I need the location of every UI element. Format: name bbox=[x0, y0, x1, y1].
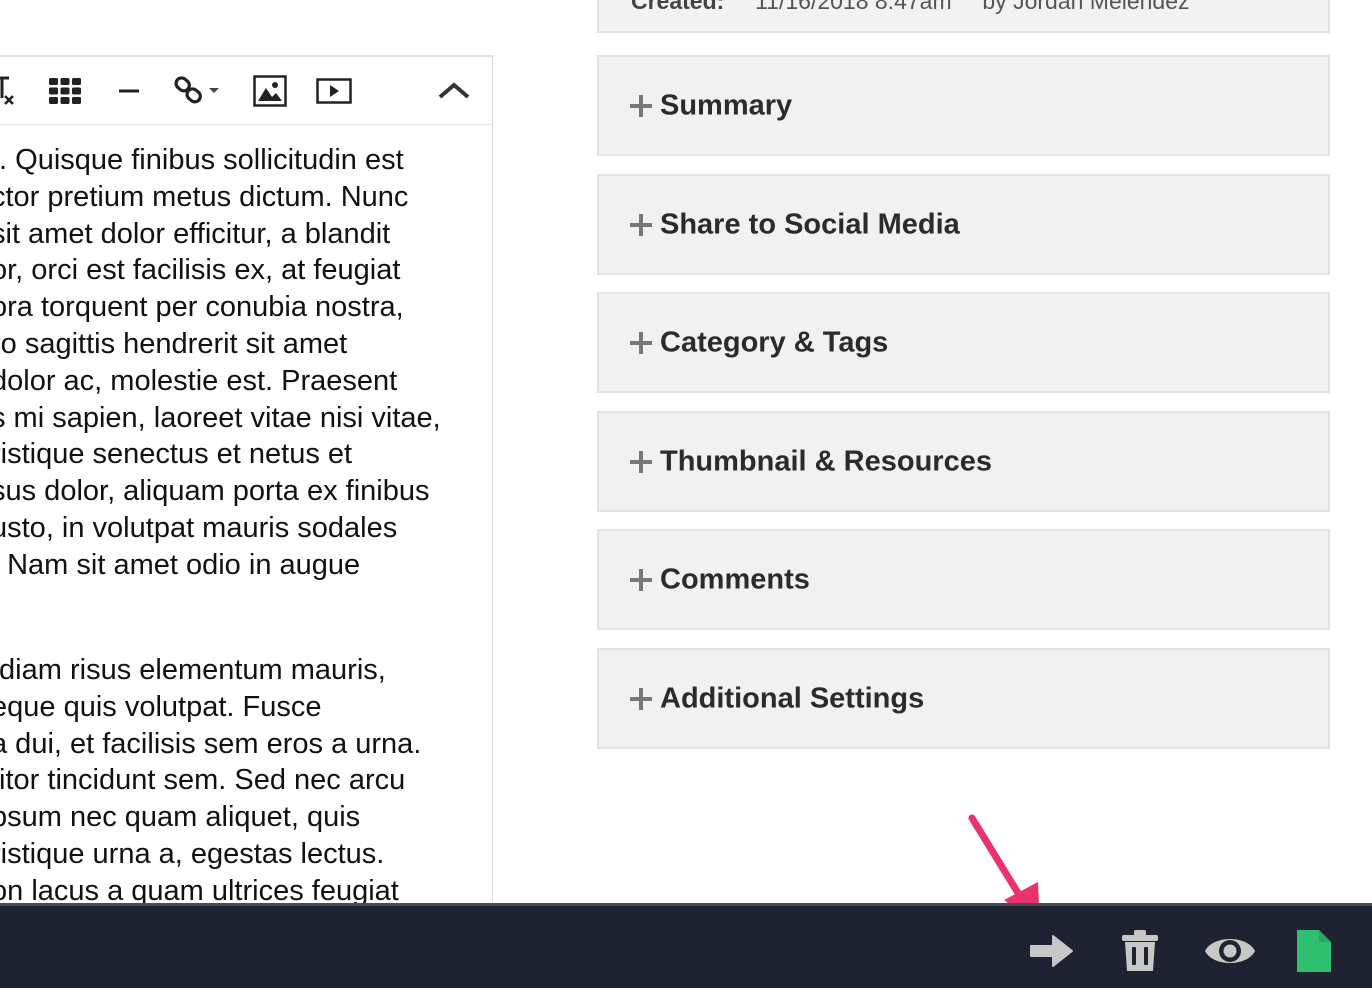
video-icon[interactable] bbox=[316, 71, 352, 111]
section-title: Summary bbox=[660, 89, 793, 121]
text-line: ora torquent per conubia nostra, bbox=[0, 291, 404, 324]
text-line: a dui, et facilisis sem eros a urna. bbox=[0, 727, 422, 760]
bottom-action-bar bbox=[0, 903, 1372, 988]
eye-icon[interactable] bbox=[1203, 928, 1257, 974]
plus-icon bbox=[630, 450, 652, 473]
editor-paragraph: t. Quisque finibus sollicitudin est ctor… bbox=[0, 142, 492, 584]
text-line: ristique senectus et netus et bbox=[0, 438, 353, 471]
section-title: Comments bbox=[660, 563, 810, 595]
text-line: on lacus a quam ultrices feugiat bbox=[0, 874, 399, 904]
text-line: diam risus elementum mauris, bbox=[0, 654, 386, 686]
section-comments[interactable]: Comments bbox=[597, 529, 1330, 630]
editor-paragraph: diam risus elementum mauris, eque quis v… bbox=[0, 652, 492, 904]
text-line: titor tincidunt sem. Sed nec arcu bbox=[0, 764, 406, 797]
section-title: Share to Social Media bbox=[660, 208, 960, 240]
plus-icon bbox=[630, 94, 652, 117]
text-line: ro sagittis hendrerit sit amet bbox=[0, 327, 348, 360]
collapse-toolbar-icon[interactable] bbox=[437, 71, 471, 111]
plus-icon bbox=[630, 687, 652, 710]
section-summary[interactable]: Summary bbox=[597, 55, 1330, 156]
text-line: sus dolor, aliquam porta ex finibus bbox=[0, 475, 430, 508]
horizontal-rule-icon[interactable] bbox=[115, 71, 143, 111]
plus-icon bbox=[630, 331, 652, 354]
table-icon[interactable] bbox=[47, 71, 83, 111]
text-line: t. Quisque finibus sollicitudin est bbox=[0, 144, 404, 176]
text-line: ctor pretium metus dictum. Nunc bbox=[0, 180, 409, 213]
text-line: . Nam sit amet odio in augue bbox=[0, 548, 361, 581]
text-line: s mi sapien, laoreet vitae nisi vitae, bbox=[0, 401, 441, 434]
text-line: sit amet dolor efficitur, a blandit bbox=[0, 217, 391, 250]
section-title: Additional Settings bbox=[660, 682, 925, 714]
text-line: usto, in volutpat mauris sodales bbox=[0, 511, 398, 544]
text-line: ristique urna a, egestas lectus. bbox=[0, 837, 385, 870]
section-share-social-media[interactable]: Share to Social Media bbox=[597, 174, 1330, 275]
created-meta: Created: 11/16/2018 8:47am by Jordan Mel… bbox=[631, 0, 1190, 15]
link-icon[interactable] bbox=[173, 71, 223, 111]
file-icon[interactable] bbox=[1294, 928, 1334, 974]
section-title: Category & Tags bbox=[660, 326, 889, 358]
text-line: psum nec quam aliquet, quis bbox=[0, 801, 361, 834]
created-author: by Jordan Melendez bbox=[982, 0, 1190, 14]
plus-icon bbox=[630, 213, 652, 236]
post-meta-info: Created: 11/16/2018 8:47am by Jordan Mel… bbox=[597, 0, 1330, 33]
section-category-tags[interactable]: Category & Tags bbox=[597, 292, 1330, 393]
remove-format-icon[interactable] bbox=[0, 71, 21, 111]
editor-toolbar bbox=[0, 57, 492, 125]
arrow-right-icon[interactable] bbox=[1027, 928, 1075, 974]
section-additional-settings[interactable]: Additional Settings bbox=[597, 648, 1330, 749]
section-thumbnail-resources[interactable]: Thumbnail & Resources bbox=[597, 411, 1330, 512]
text-line: eque quis volutpat. Fusce bbox=[0, 690, 322, 723]
text-line: or, orci est facilisis ex, at feugiat bbox=[0, 254, 401, 287]
section-title: Thumbnail & Resources bbox=[660, 445, 992, 477]
editor-content[interactable]: t. Quisque finibus sollicitudin est ctor… bbox=[0, 125, 492, 904]
created-date: 11/16/2018 8:47am bbox=[755, 0, 952, 14]
created-label: Created: bbox=[631, 0, 725, 14]
image-icon[interactable] bbox=[253, 71, 287, 111]
plus-icon bbox=[630, 568, 652, 591]
rich-text-editor: t. Quisque finibus sollicitudin est ctor… bbox=[0, 55, 493, 905]
trash-icon[interactable] bbox=[1119, 928, 1161, 974]
text-line: dolor ac, molestie est. Praesent bbox=[0, 364, 398, 397]
